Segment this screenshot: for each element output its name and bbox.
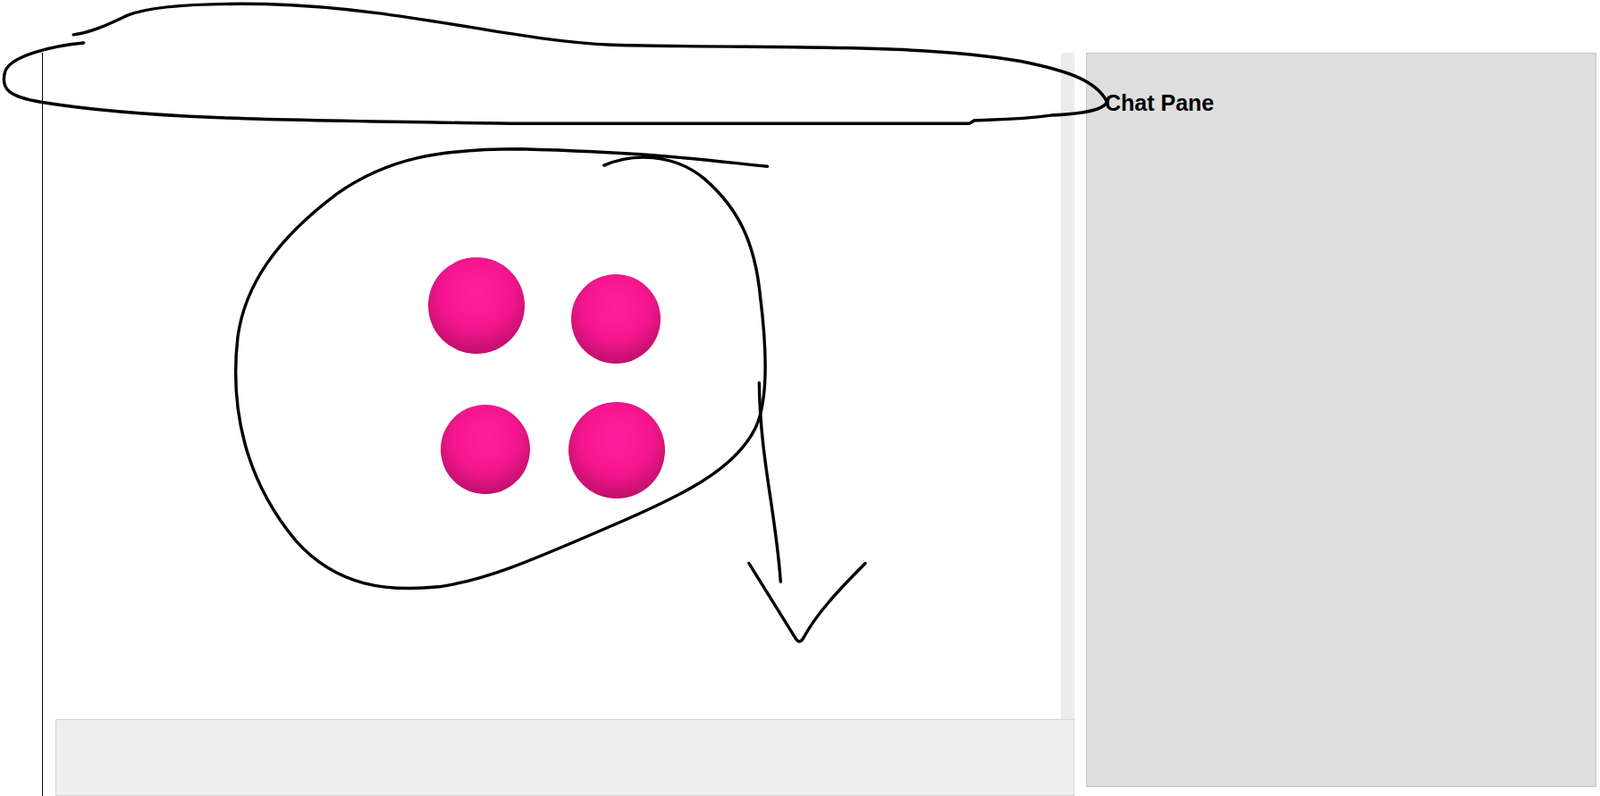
scrollbar[interactable] [1061,52,1075,720]
chat-pane-title: Chat Pane [1104,89,1578,118]
main-area [42,52,1075,796]
canvas[interactable] [42,52,1062,720]
arrow-stroke [758,382,781,582]
sphere-ball[interactable] [440,404,531,495]
chat-pane: Chat Pane [1086,52,1597,788]
canvas-row [42,52,1075,720]
sphere-ball[interactable] [571,274,661,364]
bottom-bar [55,719,1075,796]
app: Chat Pane [0,0,1600,796]
sphere-ball[interactable] [568,402,666,499]
annotation-strokes [0,0,1600,796]
top-loop-stroke [3,3,1107,124]
arrowhead-stroke [749,564,866,642]
sphere-ball[interactable] [428,257,525,354]
circle-stroke [235,149,768,590]
